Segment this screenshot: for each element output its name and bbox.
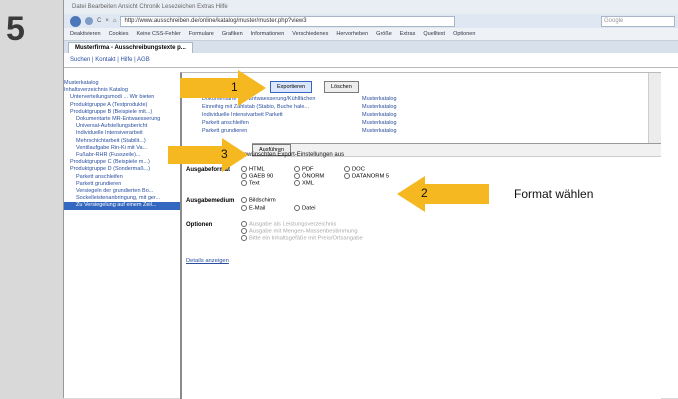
list-catalog-link[interactable]: Musterkatalog [362,104,397,111]
tree-item[interactable]: Musterkatalog [64,80,182,87]
tree-item[interactable]: Mehrschichtarbeit (Stabilit...) [64,138,182,145]
tree-item[interactable]: Produktgruppe D (Sondermaß...) [64,166,182,173]
annotation-2: 2 [421,186,428,200]
tree-item[interactable]: Universal-Aufstellungsbericht [64,123,182,130]
format-option-onorm[interactable]: ÖNORM [294,173,324,180]
delete-button[interactable]: Löschen [324,81,359,93]
tree-item[interactable]: Produktgruppe A (Testprodukte) [64,102,182,109]
list-scrollbar[interactable] [648,73,661,143]
tree-item[interactable]: Parkett anschleifen [64,174,182,181]
tree-item-selected[interactable]: Zu Versiegelung auf einem Zeil... [64,202,182,210]
arrow-1-icon [180,70,266,106]
bookmark-item[interactable]: Keine CSS-Fehler [136,31,180,37]
bookmark-item[interactable]: Informationen [251,31,285,37]
tree-item[interactable]: Fußabr-RHR (Fusszeile)... [64,152,182,159]
tree-item[interactable]: Sockelleistenanbringung, mit ger... [64,195,182,202]
menu-bar: Datei Bearbeiten Ansicht Chronik Lesezei… [64,0,678,14]
bookmarks-toolbar: Deaktivieren Cookies Keine CSS-Fehler Fo… [64,28,678,41]
list-catalog-link[interactable]: Musterkatalog [362,112,397,119]
option-item[interactable]: Bitte ein Inhaltsgefäße mit Preis/Ortsan… [241,235,363,242]
tab-strip: Musterfirma - Ausschreibungstexte p... [64,41,678,53]
format-option-xml[interactable]: XML [294,180,314,187]
tree-item[interactable]: Produktgruppe B (Beispiele mit...) [64,109,182,116]
step-number: 5 [6,10,25,48]
tree-item[interactable]: Versiegeln der grundierten Bo... [64,188,182,195]
bookmark-item[interactable]: Verschiedenes [292,31,328,37]
bookmark-item[interactable]: Hervorheben [336,31,368,37]
catalog-tree: Musterkatalog Inhaltsverzeichnis Katalog… [64,80,182,210]
annotation-1: 1 [231,80,238,94]
list-catalog-link[interactable]: Musterkatalog [362,120,397,127]
url-bar[interactable]: http://www.ausschreiben.de/online/katalo… [120,15,456,27]
tree-item[interactable]: Unterverteilungsmodi ... Wir bieten [64,94,182,101]
list-item[interactable]: Parkett anschleifen [202,120,249,127]
tree-item[interactable]: Parkett grundieren [64,181,182,188]
medium-option-file[interactable]: Datei [294,205,316,212]
format-hint: Format wählen [514,187,594,201]
bookmark-item[interactable]: Größe [376,31,392,37]
tree-item[interactable]: Individuelle Intensiverarbeit [64,130,182,137]
list-catalog-link[interactable]: Musterkatalog [362,96,397,103]
tree-item[interactable]: Ventilaufgabe Rin-Ki mit Va... [64,145,182,152]
back-button[interactable] [70,15,81,27]
navigation-toolbar: C × ⌂ http://www.ausschreiben.de/online/… [64,14,678,28]
browser-tab[interactable]: Musterfirma - Ausschreibungstexte p... [68,42,193,53]
list-item[interactable]: Parkett grundieren [202,128,247,135]
annotation-3: 3 [221,147,228,161]
stop-icon[interactable]: × [105,18,109,24]
option-item[interactable]: Ausgabe mit Mengen-Massenbestimmung [241,228,358,235]
export-button[interactable]: Exportieren [270,81,313,93]
list-catalog-link[interactable]: Musterkatalog [362,128,397,135]
medium-option-screen[interactable]: Bildschirm [241,197,276,204]
bookmark-item[interactable]: Grafiken [222,31,243,37]
options-label: Optionen [186,222,213,228]
option-item[interactable]: Ausgabe als Leistungsverzeichnis [241,221,336,228]
medium-label: Ausgabemedium [186,198,235,204]
format-option-gaeb[interactable]: GAEB 90 [241,173,273,180]
details-link[interactable]: Details anzeigen [186,258,229,264]
format-option-datanorm[interactable]: DATANORM 5 [344,173,389,180]
bookmark-item[interactable]: Formulare [189,31,214,37]
arrow-3-icon [168,138,248,172]
tree-item[interactable]: Produktgruppe C (Beispiele m...) [64,159,182,166]
site-links[interactable]: Suchen | Kontakt | Hilfe | AGB [64,53,678,68]
bookmark-item[interactable]: Deaktivieren [70,31,101,37]
tree-item[interactable]: Dokumentarte MR-Entwaesserung [64,116,182,123]
search-input[interactable]: Google [601,15,675,27]
arrow-2-icon [397,176,489,212]
bookmark-item[interactable]: Optionen [453,31,475,37]
bookmark-item[interactable]: Cookies [109,31,129,37]
medium-option-email[interactable]: E-Mail [241,205,265,212]
bookmark-item[interactable]: Extras [400,31,416,37]
bookmark-item[interactable]: Quelltext [423,31,445,37]
home-icon[interactable]: ⌂ [113,18,117,24]
reload-icon[interactable]: C [97,18,101,24]
format-option-text[interactable]: Text [241,180,260,187]
list-item[interactable]: Individuelle Intensivarbeit Parkett [202,112,283,119]
forward-button[interactable] [85,17,93,25]
format-option-pdf[interactable]: PDF [294,166,314,173]
format-option-doc[interactable]: DOC [344,166,365,173]
tree-item[interactable]: Inhaltsverzeichnis Katalog [64,87,182,94]
